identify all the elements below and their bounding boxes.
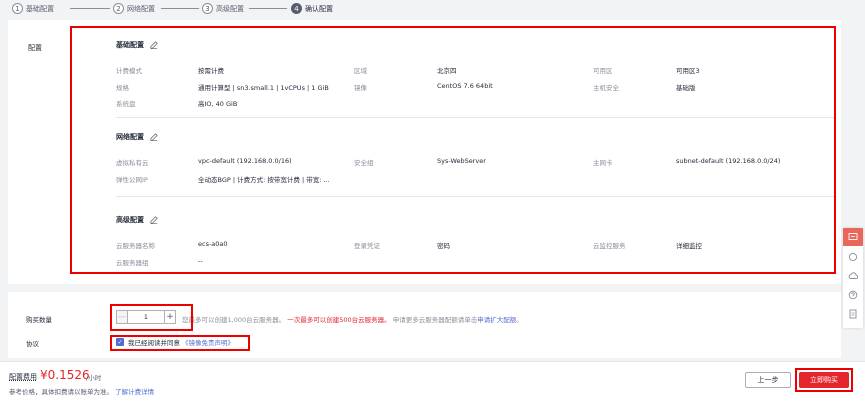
hint-text: 申请更多云服务器配额请单击 — [392, 316, 478, 324]
hint-warning: 一次最多可以创建500台云服务器。 — [287, 316, 391, 324]
footer-bar: 配置费用 ¥0.1526 /小时 参考价格，具体扣费请以账单为准。 了解计费详情… — [0, 361, 865, 402]
chat-icon — [848, 252, 858, 262]
document-button[interactable] — [843, 305, 863, 323]
step-divider — [249, 8, 287, 9]
step-label: 高级配置 — [216, 4, 244, 13]
step-number: 4 — [291, 3, 302, 14]
apply-quota-link[interactable]: 申请扩大配额 — [477, 316, 516, 324]
feedback-button[interactable] — [843, 228, 863, 246]
fee-unit: /小时 — [86, 374, 102, 382]
fee-price: ¥0.1526 — [40, 368, 90, 382]
hint-text: 。 — [516, 316, 523, 324]
previous-button[interactable]: 上一步 — [745, 372, 791, 388]
step-divider — [161, 8, 199, 9]
highlight-box — [110, 304, 193, 331]
help-button[interactable] — [843, 286, 863, 304]
highlight-box — [110, 335, 250, 351]
step-label: 基础配置 — [26, 4, 54, 13]
highlight-box — [70, 26, 836, 274]
fee-note: 参考价格，具体扣费请以账单为准。 了解计费详情 — [9, 386, 154, 396]
billing-details-link[interactable]: 了解计费详情 — [115, 388, 154, 396]
cloud-button[interactable] — [843, 267, 863, 285]
step-advanced[interactable]: 3 高级配置 — [202, 3, 244, 14]
protocol-label: 协议 — [26, 340, 39, 348]
quantity-hint: 您最多可以创建1,000台云服务器。 一次最多可以创建500台云服务器。 申请更… — [182, 314, 523, 324]
feedback-icon — [848, 233, 858, 240]
highlight-box — [795, 368, 853, 392]
cloud-icon — [848, 272, 858, 279]
quantity-label: 购买数量 — [26, 316, 52, 324]
config-title: 配置 — [28, 44, 42, 52]
hint-text: 您最多可以创建1,000台云服务器。 — [182, 316, 286, 324]
step-confirm: 4 确认配置 — [291, 3, 333, 14]
step-label: 网络配置 — [127, 4, 155, 13]
step-network[interactable]: 2 网络配置 — [113, 3, 155, 14]
step-basic[interactable]: 1 基础配置 — [12, 3, 54, 14]
note-text: 参考价格，具体扣费请以账单为准。 — [9, 388, 113, 396]
fee-label: 配置费用 — [9, 373, 37, 381]
step-bar: 1 基础配置 2 网络配置 3 高级配置 4 确认配置 — [0, 0, 865, 17]
step-number: 1 — [12, 3, 23, 14]
document-icon — [849, 309, 857, 319]
step-number: 3 — [202, 3, 213, 14]
step-number: 2 — [113, 3, 124, 14]
side-toolbar — [843, 228, 863, 328]
chat-button[interactable] — [843, 248, 863, 266]
step-divider — [70, 8, 110, 9]
help-icon — [848, 290, 858, 300]
step-label: 确认配置 — [305, 4, 333, 13]
